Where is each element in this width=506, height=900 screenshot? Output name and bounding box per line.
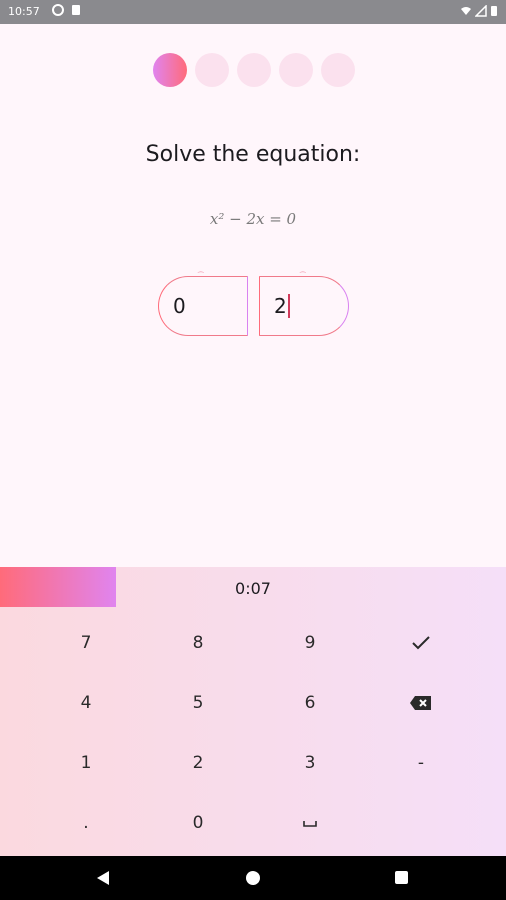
recents-icon[interactable] — [395, 871, 408, 884]
key-1[interactable]: 1 — [23, 734, 149, 792]
status-bar: 10:57 — [0, 0, 506, 24]
backspace-key[interactable] — [358, 674, 484, 732]
wifi-icon — [461, 7, 471, 15]
status-right-icons — [460, 5, 498, 17]
backspace-icon — [410, 696, 431, 710]
submit-check-key[interactable] — [358, 614, 484, 672]
key-9[interactable]: 9 — [247, 614, 373, 672]
key-5[interactable]: 5 — [135, 674, 261, 732]
key-7[interactable]: 7 — [23, 614, 149, 672]
answer-field-right[interactable]: 2 — [259, 276, 349, 336]
back-icon[interactable] — [97, 871, 109, 885]
key-0[interactable]: 0 — [135, 794, 261, 852]
home-icon[interactable] — [246, 871, 260, 885]
signal-icon — [475, 5, 487, 17]
answer-fields: ⁀ 0 ⁀ 2 — [158, 272, 350, 336]
key-space[interactable] — [247, 794, 373, 852]
key-2[interactable]: 2 — [135, 734, 261, 792]
equation: x² − 2x = 0 — [209, 210, 297, 228]
key-decimal[interactable]: . — [23, 794, 149, 852]
progress-dot-2 — [195, 53, 229, 87]
key-4[interactable]: 4 — [23, 674, 149, 732]
key-6[interactable]: 6 — [247, 674, 373, 732]
question-prompt: Solve the equation: — [145, 142, 361, 167]
status-time: 10:57 — [8, 5, 40, 18]
system-nav-bar — [0, 856, 506, 900]
progress-dot-1 — [153, 53, 187, 87]
answer-field-left[interactable]: 0 — [158, 276, 248, 336]
progress-dots — [153, 53, 355, 87]
progress-dot-3 — [237, 53, 271, 87]
battery-icon — [491, 6, 497, 16]
progress-dot-4 — [279, 53, 313, 87]
sync-icon — [52, 4, 64, 16]
answer-left-value: 0 — [173, 294, 186, 318]
sd-card-icon — [72, 5, 80, 15]
space-icon — [303, 821, 317, 827]
key-8[interactable]: 8 — [135, 614, 261, 672]
timer-text: 0:07 — [235, 579, 271, 598]
key-3[interactable]: 3 — [247, 734, 373, 792]
text-caret — [287, 294, 290, 318]
keypad: 0:07 7 8 9 4 5 6 1 2 3 - . 0 — [0, 567, 506, 856]
check-icon — [412, 636, 430, 650]
answer-right-value: 2 — [274, 294, 287, 318]
key-minus[interactable]: - — [358, 734, 484, 792]
progress-dot-5 — [321, 53, 355, 87]
